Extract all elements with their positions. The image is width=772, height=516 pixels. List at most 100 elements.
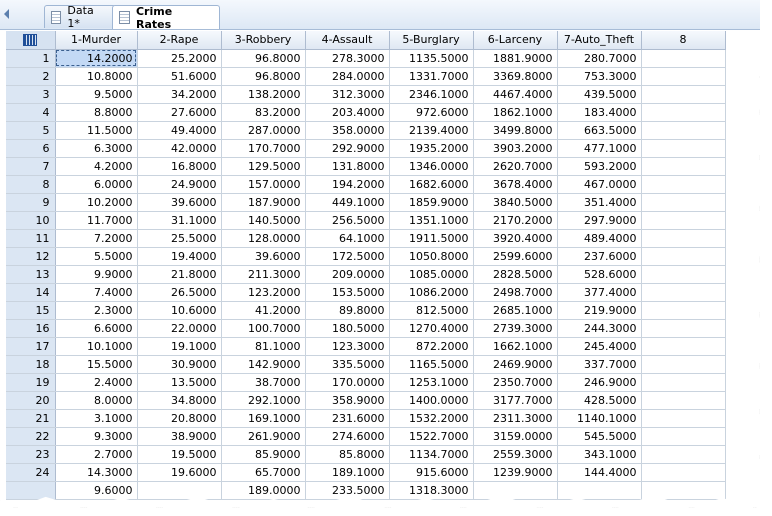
table-cell[interactable]: 189.0000 (221, 481, 306, 500)
table-cell[interactable]: 1911.5000 (389, 229, 474, 248)
table-cell[interactable] (641, 85, 726, 104)
table-cell[interactable]: 1400.0000 (389, 391, 474, 410)
table-cell[interactable]: 10.6000 (137, 301, 222, 320)
table-cell[interactable]: 1351.1000 (389, 211, 474, 230)
table-cell[interactable]: 2350.7000 (473, 373, 558, 392)
table-cell[interactable]: 203.4000 (305, 103, 390, 122)
table-cell[interactable]: 245.4000 (557, 337, 642, 356)
table-cell[interactable]: 209.0000 (305, 265, 390, 284)
row-header[interactable]: 12 (6, 247, 56, 266)
table-cell[interactable]: 138.2000 (221, 85, 306, 104)
table-cell[interactable]: 19.1000 (137, 337, 222, 356)
table-cell[interactable]: 915.6000 (389, 463, 474, 482)
column-header[interactable]: 5-Burglary (389, 31, 474, 50)
column-header[interactable]: 2-Rape (137, 31, 222, 50)
table-cell[interactable]: 244.3000 (557, 319, 642, 338)
table-cell[interactable]: 8.8000 (55, 103, 138, 122)
table-cell[interactable]: 3369.8000 (473, 67, 558, 86)
table-cell[interactable]: 144.4000 (557, 463, 642, 482)
table-cell[interactable]: 24.9000 (137, 175, 222, 194)
row-header[interactable]: 1 (6, 49, 56, 68)
table-cell[interactable]: 8.0000 (55, 391, 138, 410)
table-cell[interactable]: 284.0000 (305, 67, 390, 86)
table-cell[interactable] (641, 139, 726, 158)
table-cell[interactable]: 593.2000 (557, 157, 642, 176)
row-header[interactable]: 8 (6, 175, 56, 194)
table-cell[interactable]: 9.6000 (55, 481, 138, 500)
table-cell[interactable]: 872.2000 (389, 337, 474, 356)
table-cell[interactable] (137, 481, 222, 500)
table-cell[interactable]: 20.8000 (137, 409, 222, 428)
table-cell[interactable]: 256.5000 (305, 211, 390, 230)
table-cell[interactable]: 26.5000 (137, 283, 222, 302)
table-cell[interactable]: 1331.7000 (389, 67, 474, 86)
table-cell[interactable]: 41.2000 (221, 301, 306, 320)
table-cell[interactable]: 189.1000 (305, 463, 390, 482)
table-cell[interactable] (641, 355, 726, 374)
table-cell[interactable]: 11.5000 (55, 121, 138, 140)
table-cell[interactable]: 153.5000 (305, 283, 390, 302)
table-cell[interactable] (641, 229, 726, 248)
table-cell[interactable]: 528.6000 (557, 265, 642, 284)
table-cell[interactable]: 85.9000 (221, 445, 306, 464)
table-cell[interactable]: 358.9000 (305, 391, 390, 410)
table-cell[interactable]: 7.2000 (55, 229, 138, 248)
table-cell[interactable]: 10.2000 (55, 193, 138, 212)
row-header[interactable]: 17 (6, 337, 56, 356)
table-cell[interactable]: 2.3000 (55, 301, 138, 320)
table-cell[interactable]: 9.9000 (55, 265, 138, 284)
table-cell[interactable]: 1140.1000 (557, 409, 642, 428)
row-header[interactable]: 9 (6, 193, 56, 212)
table-cell[interactable] (641, 301, 726, 320)
table-cell[interactable]: 753.3000 (557, 67, 642, 86)
table-cell[interactable]: 237.6000 (557, 247, 642, 266)
table-cell[interactable]: 1086.2000 (389, 283, 474, 302)
table-cell[interactable] (641, 373, 726, 392)
table-cell[interactable]: 38.7000 (221, 373, 306, 392)
table-cell[interactable] (641, 283, 726, 302)
table-cell[interactable]: 211.3000 (221, 265, 306, 284)
table-cell[interactable]: 65.7000 (221, 463, 306, 482)
column-header[interactable]: 4-Assault (305, 31, 390, 50)
table-cell[interactable]: 10.8000 (55, 67, 138, 86)
table-cell[interactable]: 1935.2000 (389, 139, 474, 158)
table-cell[interactable]: 2139.4000 (389, 121, 474, 140)
table-cell[interactable]: 1134.7000 (389, 445, 474, 464)
table-cell[interactable]: 1270.4000 (389, 319, 474, 338)
table-cell[interactable]: 261.9000 (221, 427, 306, 446)
table-cell[interactable] (641, 247, 726, 266)
table-cell[interactable] (641, 409, 726, 428)
table-cell[interactable]: 6.3000 (55, 139, 138, 158)
table-cell[interactable]: 39.6000 (221, 247, 306, 266)
table-cell[interactable]: 292.9000 (305, 139, 390, 158)
table-cell[interactable]: 246.9000 (557, 373, 642, 392)
row-header[interactable]: 19 (6, 373, 56, 392)
table-cell[interactable] (641, 175, 726, 194)
table-cell[interactable]: 3.1000 (55, 409, 138, 428)
table-cell[interactable]: 2599.6000 (473, 247, 558, 266)
table-cell[interactable]: 51.6000 (137, 67, 222, 86)
column-header[interactable]: 7-Auto_Theft (557, 31, 642, 50)
table-cell[interactable] (641, 211, 726, 230)
table-cell[interactable]: 10.1000 (55, 337, 138, 356)
table-cell[interactable]: 5.5000 (55, 247, 138, 266)
table-cell[interactable]: 6.6000 (55, 319, 138, 338)
table-cell[interactable]: 123.3000 (305, 337, 390, 356)
table-cell[interactable]: 343.1000 (557, 445, 642, 464)
table-cell[interactable]: 337.7000 (557, 355, 642, 374)
table-cell[interactable]: 2.7000 (55, 445, 138, 464)
table-cell[interactable]: 85.8000 (305, 445, 390, 464)
table-cell[interactable]: 280.7000 (557, 49, 642, 68)
row-header[interactable]: 14 (6, 283, 56, 302)
table-cell[interactable]: 49.4000 (137, 121, 222, 140)
table-cell[interactable]: 123.2000 (221, 283, 306, 302)
table-cell[interactable]: 351.4000 (557, 193, 642, 212)
table-cell[interactable]: 21.8000 (137, 265, 222, 284)
table-cell[interactable]: 2498.7000 (473, 283, 558, 302)
table-cell[interactable]: 1135.5000 (389, 49, 474, 68)
table-cell[interactable]: 83.2000 (221, 103, 306, 122)
table-cell[interactable]: 1239.9000 (473, 463, 558, 482)
row-header[interactable]: 22 (6, 427, 56, 446)
table-cell[interactable]: 2170.2000 (473, 211, 558, 230)
table-cell[interactable]: 1253.1000 (389, 373, 474, 392)
